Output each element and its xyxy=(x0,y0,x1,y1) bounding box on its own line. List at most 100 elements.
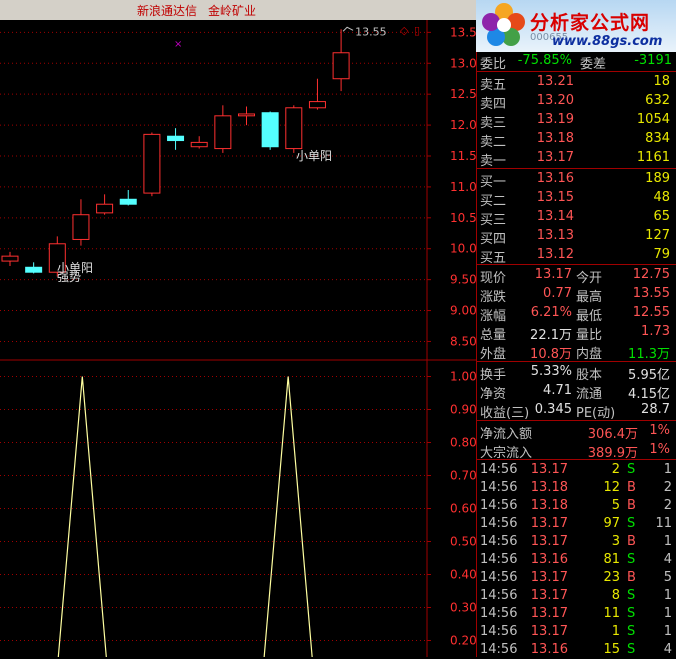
fundamental-label: 换手 xyxy=(480,368,507,383)
price-axis-label: 8.50 xyxy=(450,334,476,348)
price-axis-label: 10.00 xyxy=(450,242,476,256)
money-flow-row: 大宗流入 389.9万 1% xyxy=(476,441,676,461)
panel-divider xyxy=(476,168,676,169)
price-axis-label: 12.00 xyxy=(450,118,476,132)
sell-level-price: 13.18 xyxy=(536,131,574,146)
quote-row: 涨幅 6.21% 最低 12.55 xyxy=(476,304,676,324)
tick-side: S xyxy=(627,588,636,603)
buy-level-row: 买四 13.13 127 xyxy=(476,227,676,247)
fundamental-label: 股本 xyxy=(576,368,603,383)
candle xyxy=(261,112,279,148)
weicha-value: -3191 xyxy=(634,53,672,68)
sell-level-volume: 834 xyxy=(645,131,670,146)
money-flow-value: 306.4万 xyxy=(587,427,638,442)
buy-level-volume: 127 xyxy=(645,228,670,243)
indicator-axis-label: 1.00 xyxy=(450,370,476,384)
indicator-axis-label: 0.30 xyxy=(450,601,476,615)
tick-time: 14:56 xyxy=(480,606,518,621)
tick-price: 13.17 xyxy=(530,606,568,621)
tick-time: 14:56 xyxy=(480,534,518,549)
candle xyxy=(190,141,208,148)
tick-time: 14:56 xyxy=(480,570,518,585)
tick-count: 11 xyxy=(655,516,672,531)
quote-value: 1.73 xyxy=(641,324,670,339)
tick-volume: 11 xyxy=(603,606,620,621)
sell-level-volume: 18 xyxy=(653,74,670,89)
quote-value: 6.21% xyxy=(530,305,572,320)
indicator-axis-label: 0.80 xyxy=(450,436,476,450)
indicator-line xyxy=(57,376,107,657)
diamond-icon[interactable]: ◇ xyxy=(400,24,409,37)
price-axis-label: 12.50 xyxy=(450,87,476,101)
price-axis-label: 13.50 xyxy=(450,25,476,39)
tick-row: 14:56 13.18 5 B 2 xyxy=(476,497,676,515)
tick-price: 13.18 xyxy=(530,480,568,495)
panel-divider xyxy=(476,420,676,421)
tick-volume: 1 xyxy=(611,624,620,639)
fundamental-value: 4.15亿 xyxy=(628,387,670,402)
panel-divider xyxy=(476,264,676,265)
quote-value: 12.55 xyxy=(632,305,670,320)
candle xyxy=(96,203,114,214)
candle xyxy=(143,133,161,194)
quote-value: 0.77 xyxy=(543,286,572,301)
weibi-value: -75.85% xyxy=(517,53,572,68)
buy-level-volume: 48 xyxy=(653,190,670,205)
tick-volume: 15 xyxy=(603,642,620,657)
tick-price: 13.17 xyxy=(530,462,568,477)
tick-side: S xyxy=(627,624,636,639)
high-price-marker xyxy=(342,26,354,32)
fundamental-row: 净资 4.71 流通 4.15亿 xyxy=(476,382,676,402)
fundamental-value: 5.33% xyxy=(530,364,572,379)
tick-row: 14:56 13.17 11 S 1 xyxy=(476,605,676,623)
tick-row: 14:56 13.16 15 S 4 xyxy=(476,641,676,659)
tick-volume: 23 xyxy=(603,570,620,585)
buy-level-price: 13.12 xyxy=(536,247,574,262)
quote-label: 最高 xyxy=(576,290,603,305)
price-axis-label: 9.00 xyxy=(450,304,476,318)
restore-icon[interactable]: ▯ xyxy=(414,24,420,37)
tick-side: S xyxy=(627,552,636,567)
tick-price: 13.17 xyxy=(530,624,568,639)
tick-row: 14:56 13.17 3 B 1 xyxy=(476,533,676,551)
buy-level-price: 13.16 xyxy=(536,171,574,186)
app-title: 新浪通达信 xyxy=(137,4,198,18)
quote-label: 现价 xyxy=(480,271,507,286)
panel-divider xyxy=(476,459,676,460)
candle xyxy=(119,198,137,205)
quote-label: 总量 xyxy=(480,328,507,343)
watermark-logo: 000655 分析家公式网 www.88gs.com xyxy=(476,0,676,52)
quote-label: 涨幅 xyxy=(480,309,507,324)
quote-value: 12.75 xyxy=(632,267,670,282)
quote-label: 外盘 xyxy=(480,347,507,362)
sell-level-price: 13.20 xyxy=(536,93,574,108)
kline-chart[interactable]: 13.50 13.00 12.50 12.00 11.50 11.00 10.50 10.00… xyxy=(0,20,476,657)
money-flow-row: 净流入额 306.4万 1% xyxy=(476,422,676,442)
buy-level-volume: 65 xyxy=(653,209,670,224)
money-flow-percent: 1% xyxy=(649,423,670,438)
tick-count: 4 xyxy=(663,642,672,657)
price-axis-label: 13.00 xyxy=(450,56,476,70)
tick-side: B xyxy=(627,498,636,513)
indicator-axis-label: 0.60 xyxy=(450,502,476,516)
buy-level-volume: 189 xyxy=(645,171,670,186)
tick-time: 14:56 xyxy=(480,498,518,513)
cross-marker-icon: × xyxy=(174,39,182,50)
tick-count: 2 xyxy=(663,498,672,513)
buy-level-volume: 79 xyxy=(653,247,670,262)
buy-level-row: 买一 13.16 189 xyxy=(476,170,676,190)
fundamental-label: 流通 xyxy=(576,387,603,402)
quote-value: 10.8万 xyxy=(530,347,572,362)
tick-count: 1 xyxy=(663,462,672,477)
indicator-axis-label: 0.40 xyxy=(450,568,476,582)
tick-row: 14:56 13.18 12 B 2 xyxy=(476,479,676,497)
money-flow-label: 净流入额 xyxy=(480,427,533,442)
buy-level-row: 买五 13.12 79 xyxy=(476,246,676,266)
tick-price: 13.17 xyxy=(530,516,568,531)
tick-side: B xyxy=(627,534,636,549)
signal-annotation: 强势 xyxy=(57,270,81,284)
price-axis-label: 9.50 xyxy=(450,273,476,287)
candle xyxy=(238,113,255,117)
tick-count: 1 xyxy=(663,588,672,603)
tick-price: 13.17 xyxy=(530,588,568,603)
